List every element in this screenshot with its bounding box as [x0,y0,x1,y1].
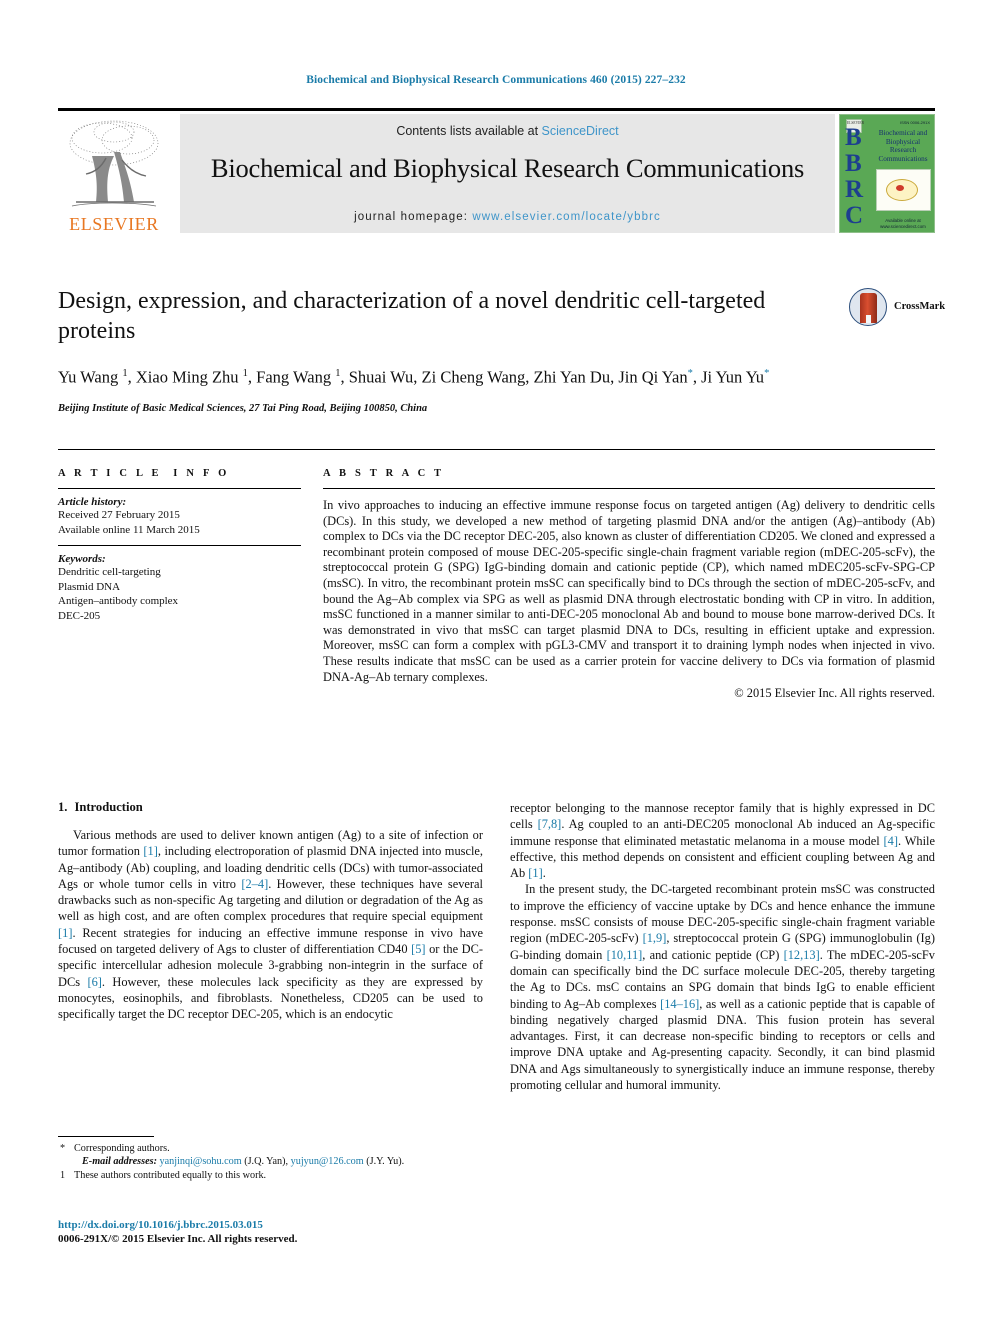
citation-reference[interactable]: [6] [87,975,101,989]
citation-reference[interactable]: [2–4] [241,877,268,891]
abstract-copyright: © 2015 Elsevier Inc. All rights reserved… [734,686,935,701]
crossmark-icon [849,288,887,326]
journal-homepage-link[interactable]: www.elsevier.com/locate/ybbrc [472,211,661,223]
body-column-right: receptor belonging to the mannose recept… [510,800,935,1093]
citation-reference[interactable]: [7,8] [538,817,562,831]
cover-artwork [876,169,931,211]
footnote-numeric-mark: 1 [60,1169,66,1181]
body-columns: 1. Introduction Various methods are used … [58,800,935,1093]
article-info-column: A R T I C L E I N F O Article history: R… [58,468,301,701]
footnote-equal-text: These authors contributed equally to thi… [74,1169,267,1181]
section-heading-introduction: 1. Introduction [58,800,483,815]
keywords-label: Keywords: [58,553,106,565]
author-list: Yu Wang 1, Xiao Ming Zhu 1, Fang Wang 1,… [58,367,770,387]
author-affiliation: Beijing Institute of Basic Medical Scien… [58,402,428,414]
cover-bbrc-letters: BBRC [845,124,864,229]
article-history-label: Article history: [58,496,127,508]
info-abstract-band: A R T I C L E I N F O Article history: R… [58,449,935,701]
crossmark-label: CrossMark [894,301,946,312]
citation-reference[interactable]: [1] [58,926,72,940]
footer-doi-block: http://dx.doi.org/10.1016/j.bbrc.2015.03… [58,1218,483,1246]
article-history-group: Article history: Received 27 February 20… [58,489,301,545]
citation-reference[interactable]: [1,9] [643,931,667,945]
footnote-star-mark: * [60,1143,66,1154]
email-addresses-label: E-mail addresses: [82,1156,157,1168]
article-info-heading: A R T I C L E I N F O [58,468,230,479]
body-column-left: 1. Introduction Various methods are used … [58,800,483,1093]
cover-footer-text: Available online at www.sciencedirect.co… [880,218,926,229]
intro-paragraph-2: In the present study, the DC-targeted re… [510,882,935,1093]
keyword-item: Antigen–antibody complex [58,595,179,607]
crossmark-badge[interactable]: CrossMark [849,288,945,328]
footnote-corresponding-text: Corresponding authors. [74,1143,170,1154]
crossmark-book-shape [860,293,877,323]
elsevier-logo: ELSEVIER [58,114,170,234]
cover-artwork-dot [896,185,904,191]
email-owner-2: (J.Y. Yu). [366,1156,405,1168]
section-title: Introduction [74,800,143,814]
email-owner-1: (J.Q. Yan), [244,1156,289,1168]
email-link-1[interactable]: yanjinqi@sohu.com [160,1156,242,1167]
page-title: Design, expression, and characterization… [58,288,766,344]
masthead-center-band: Contents lists available at ScienceDirec… [180,114,835,233]
intro-paragraph-1-cont: receptor belonging to the mannose recept… [510,801,935,881]
footnote-equal-contribution: 1 These authors contributed equally to t… [58,1169,483,1182]
article-history-received: Received 27 February 2015 [58,509,180,521]
section-number: 1. [58,800,68,814]
sciencedirect-link[interactable]: ScienceDirect [542,124,619,138]
homepage-prefix: journal homepage: [354,211,473,223]
citation-reference[interactable]: [12,13] [784,948,820,962]
running-head: Biochemical and Biophysical Research Com… [306,74,686,86]
abstract-text: In vivo approaches to inducing an effect… [323,498,935,684]
journal-homepage-line: journal homepage: www.elsevier.com/locat… [180,211,835,223]
footnote-divider [58,1136,154,1137]
citation-reference[interactable]: [5] [411,942,425,956]
keywords-group: Keywords: Dendritic cell-targeting Plasm… [58,546,301,631]
journal-cover-thumbnail: ELSEVIER ISSN 0006-291X BBRC Biochemical… [839,114,935,233]
issn-copyright: 0006-291X/© 2015 Elsevier Inc. All right… [58,1233,298,1245]
journal-article-page: Biochemical and Biophysical Research Com… [0,0,992,1323]
article-history-online: Available online 11 March 2015 [58,523,200,536]
citation-reference[interactable]: [14–16] [660,997,699,1011]
contents-prefix: Contents lists available at [396,124,542,138]
keyword-item: Plasmid DNA [58,580,121,593]
footnotes-block: * Corresponding authors. E-mail addresse… [58,1136,483,1182]
keyword-item: Dendritic cell-targeting [58,566,161,578]
cover-issn-mark: ISSN 0006-291X [899,120,930,125]
abstract-heading: A B S T R A C T [323,468,445,479]
title-block: Design, expression, and characterization… [58,286,945,414]
abstract-column: A B S T R A C T In vivo approaches to in… [323,468,935,701]
cover-journal-title: Biochemical and Biophysical Research Com… [878,129,928,163]
citation-reference[interactable]: [4] [884,834,898,848]
keyword-item: DEC-205 [58,609,101,622]
footnote-emails: E-mail addresses: yanjinqi@sohu.com (J.Q… [58,1155,483,1168]
citation-reference[interactable]: [1] [528,866,542,880]
footnote-corresponding: * Corresponding authors. [58,1142,483,1155]
email-link-2[interactable]: yujyun@126.com [291,1156,364,1167]
citation-reference[interactable]: [1] [143,844,157,858]
elsevier-tree-icon [69,120,159,207]
citation-reference[interactable]: [10,11] [607,948,643,962]
journal-title: Biochemical and Biophysical Research Com… [210,153,805,183]
elsevier-wordmark: ELSEVIER [69,214,159,234]
contents-available-line: Contents lists available at ScienceDirec… [180,124,835,138]
doi-link[interactable]: http://dx.doi.org/10.1016/j.bbrc.2015.03… [58,1218,483,1232]
journal-masthead: ELSEVIER Contents lists available at Sci… [58,108,935,234]
intro-paragraph-1: Various methods are used to deliver know… [58,828,483,1022]
